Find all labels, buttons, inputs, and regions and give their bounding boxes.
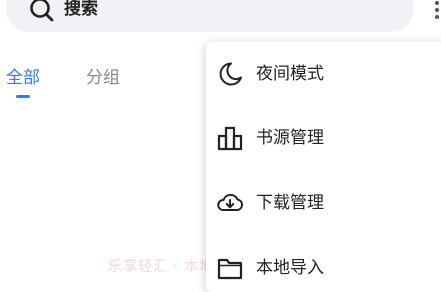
folder-icon bbox=[217, 258, 243, 280]
moon-icon bbox=[219, 62, 242, 86]
menu-item-night-mode[interactable]: 夜间模式 bbox=[206, 50, 441, 98]
menu-item-download-management[interactable]: 下载管理 bbox=[206, 179, 441, 227]
menu-item-label: 夜间模式 bbox=[256, 64, 324, 84]
cloud-download-icon bbox=[217, 193, 244, 211]
tab-all[interactable]: 全部 bbox=[6, 66, 40, 90]
menu-item-local-import[interactable]: 本地导入 bbox=[206, 244, 441, 292]
bar-chart-icon bbox=[217, 126, 243, 151]
search-placeholder: 搜索 bbox=[64, 0, 98, 19]
more-options-icon[interactable] bbox=[433, 0, 441, 20]
search-icon bbox=[30, 0, 54, 22]
search-bar[interactable]: 搜索 bbox=[6, 0, 414, 32]
menu-item-source-management[interactable]: 书源管理 bbox=[206, 114, 441, 162]
menu-item-label: 下载管理 bbox=[256, 193, 324, 213]
menu-item-label: 本地导入 bbox=[256, 258, 324, 278]
menu-item-label: 书源管理 bbox=[256, 128, 324, 148]
tab-active-indicator bbox=[16, 95, 30, 98]
tab-group[interactable]: 分组 bbox=[86, 66, 120, 90]
overflow-menu: 夜间模式 书源管理 下载管理 本地导入 bbox=[206, 42, 441, 292]
